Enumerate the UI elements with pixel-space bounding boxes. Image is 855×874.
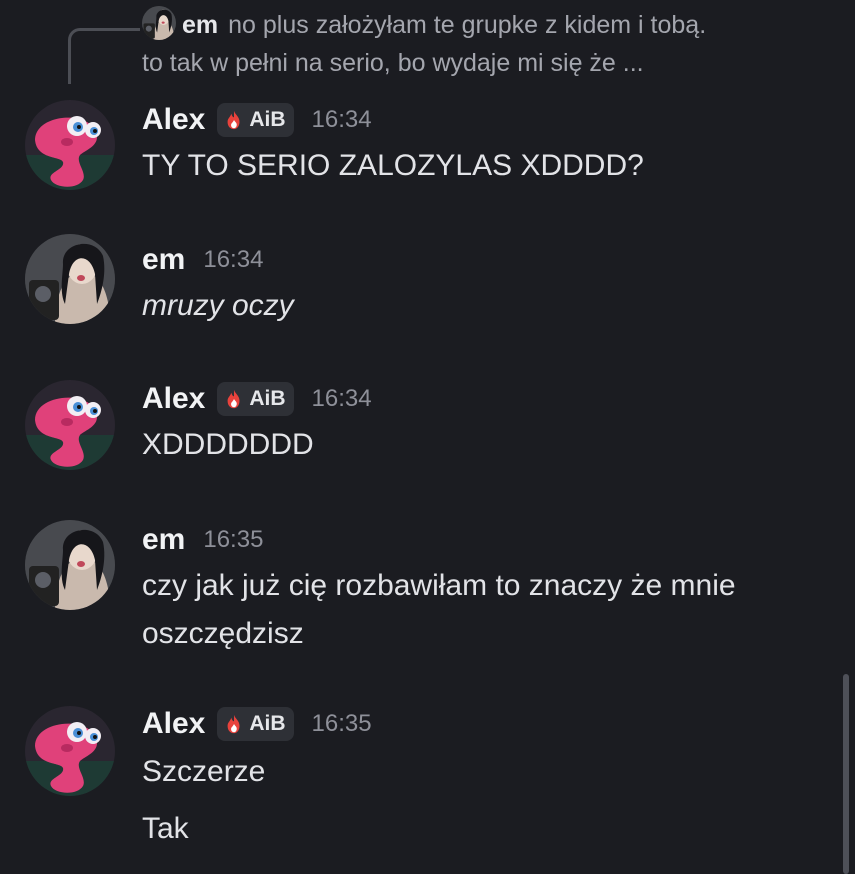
message-line: czy jak już cię rozbawiłam to znaczy że … bbox=[142, 569, 736, 602]
role-tag[interactable]: AiB bbox=[217, 707, 294, 741]
message-text: TY TO SERIO ZALOZYLAS XDDDD? bbox=[142, 149, 644, 182]
tag-label: AiB bbox=[249, 108, 286, 131]
timestamp: 16:35 bbox=[203, 526, 264, 553]
reply-preview[interactable]: em no plus założyłam te grupke z kidem i … bbox=[142, 6, 842, 82]
message-line: Szczerze bbox=[142, 755, 266, 788]
author-name[interactable]: Alex bbox=[142, 103, 205, 137]
em-avatar[interactable] bbox=[25, 234, 115, 324]
reply-author: em bbox=[182, 11, 219, 39]
alex-avatar[interactable] bbox=[25, 706, 115, 796]
reply-connector-line bbox=[68, 28, 140, 84]
role-tag[interactable]: AiB bbox=[217, 103, 294, 137]
alex-avatar[interactable] bbox=[25, 100, 115, 190]
fire-icon bbox=[223, 713, 245, 735]
message-text: mruzy oczy bbox=[142, 289, 294, 322]
alex-avatar[interactable] bbox=[25, 380, 115, 470]
tag-label: AiB bbox=[249, 712, 286, 735]
reply-line-1: em no plus założyłam te grupke z kidem i … bbox=[142, 6, 842, 44]
message-line: oszczędzisz bbox=[142, 617, 304, 650]
message-text: czy jak już cię rozbawiłam to znaczy że … bbox=[142, 562, 832, 658]
reply-text-1: no plus założyłam te grupke z kidem i to… bbox=[228, 11, 707, 39]
author-name[interactable]: Alex bbox=[142, 707, 205, 741]
reply-avatar bbox=[142, 6, 176, 40]
em-avatar[interactable] bbox=[25, 520, 115, 610]
author-name[interactable]: em bbox=[142, 243, 185, 277]
timestamp: 16:34 bbox=[311, 106, 372, 133]
scrollbar[interactable] bbox=[843, 674, 849, 874]
role-tag[interactable]: AiB bbox=[217, 382, 294, 416]
timestamp: 16:34 bbox=[203, 246, 264, 273]
reply-text-2: to tak w pełni na serio, bo wydaje mi si… bbox=[142, 49, 644, 77]
timestamp: 16:35 bbox=[311, 710, 372, 737]
fire-icon bbox=[223, 388, 245, 410]
tag-label: AiB bbox=[249, 387, 286, 410]
message-text: XDDDDDDD bbox=[142, 428, 314, 461]
author-name[interactable]: em bbox=[142, 523, 185, 557]
message-line: Tak bbox=[142, 812, 189, 845]
author-name[interactable]: Alex bbox=[142, 382, 205, 416]
fire-icon bbox=[223, 109, 245, 131]
timestamp: 16:34 bbox=[311, 385, 372, 412]
